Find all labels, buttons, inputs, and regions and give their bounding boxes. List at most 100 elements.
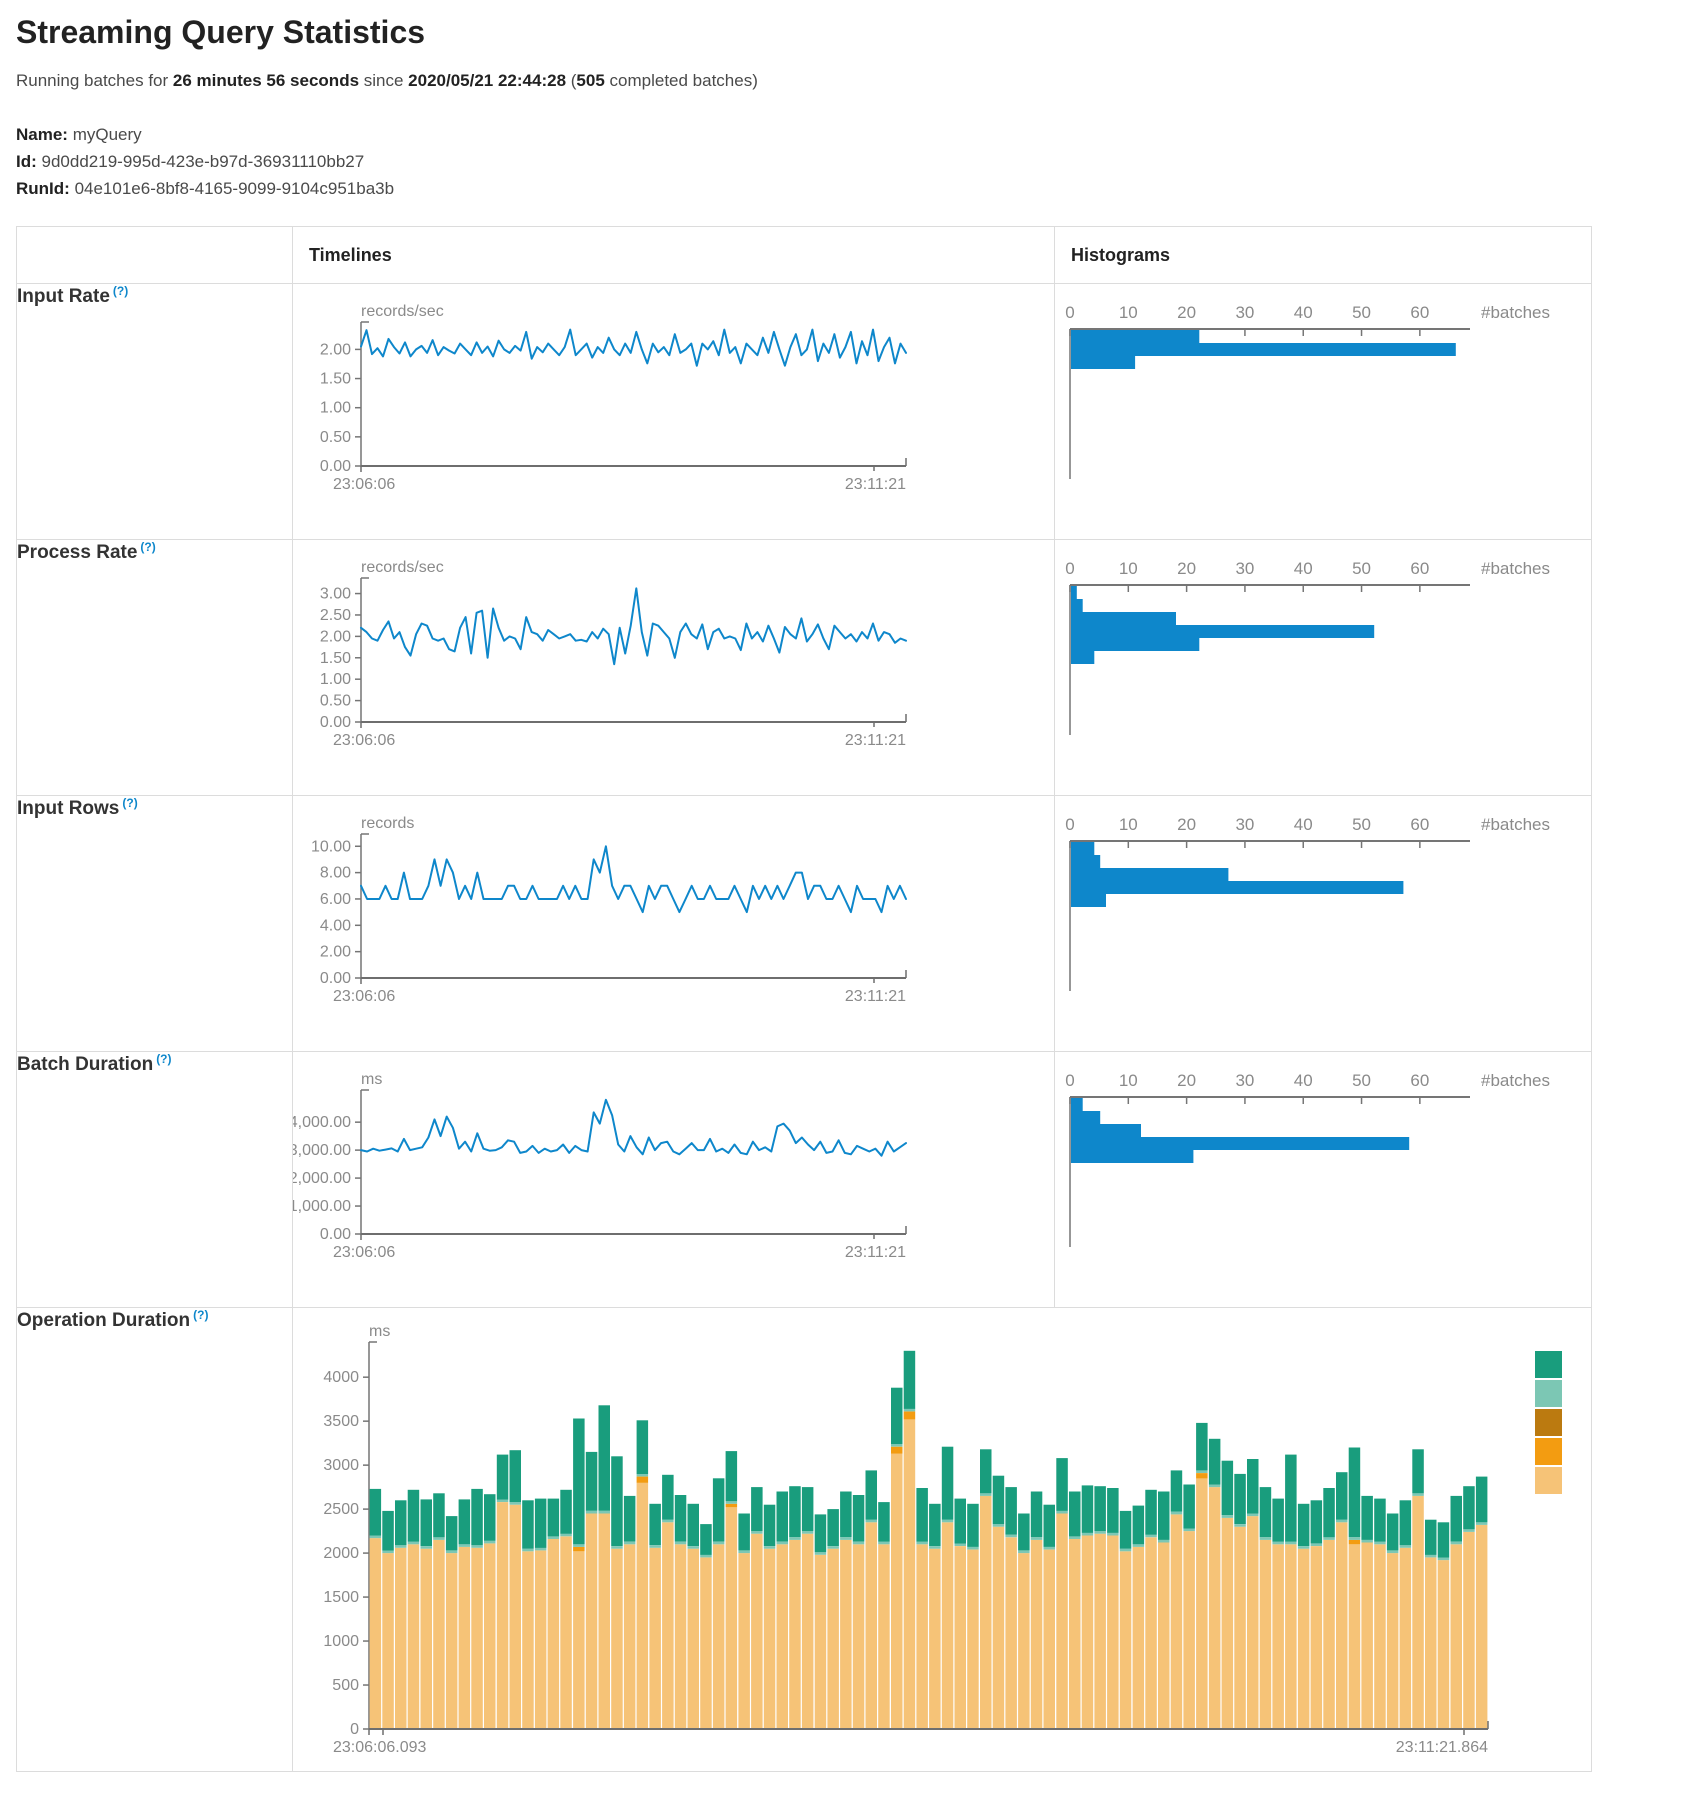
svg-text:30: 30 <box>1235 303 1254 322</box>
input-rows-timeline-chart: records10.008.006.004.002.000.0023:06:06… <box>293 796 1054 1051</box>
svg-text:4.00: 4.00 <box>320 917 351 934</box>
svg-text:records/sec: records/sec <box>361 303 444 320</box>
batch-count: 505 <box>576 71 604 90</box>
table-row: Process Rate(?) records/sec3.002.502.001… <box>17 540 1592 796</box>
input-rate-help-icon[interactable]: (?) <box>113 284 128 298</box>
svg-text:0: 0 <box>1065 559 1074 578</box>
svg-text:30: 30 <box>1235 1071 1254 1090</box>
table-row: Input Rate(?) records/sec2.001.501.000.5… <box>17 284 1592 540</box>
svg-text:500: 500 <box>332 1677 359 1694</box>
row-label: Batch Duration(?) <box>17 1054 172 1075</box>
row-label: Operation Duration(?) <box>17 1310 208 1331</box>
legend-swatch <box>1535 1351 1562 1378</box>
svg-text:0: 0 <box>1065 815 1074 834</box>
process-rate-label-cell: Process Rate(?) <box>17 540 293 796</box>
svg-text:60: 60 <box>1410 303 1429 322</box>
input-rate-histogram-chart: 0102030405060#batches <box>1055 284 1591 539</box>
input-rows-help-icon[interactable]: (?) <box>122 796 137 810</box>
page-title: Streaming Query Statistics <box>16 14 1693 51</box>
svg-text:records/sec: records/sec <box>361 559 444 576</box>
query-runid-line: RunId: 04e101e6-8bf8-4165-9099-9104c951b… <box>16 175 1693 202</box>
input-rows-label-cell: Input Rows(?) <box>17 796 293 1052</box>
svg-text:23:06:06: 23:06:06 <box>333 732 395 749</box>
svg-text:1000: 1000 <box>323 1633 359 1650</box>
legend-swatch <box>1535 1380 1562 1407</box>
svg-text:20: 20 <box>1177 559 1196 578</box>
svg-text:23:11:21: 23:11:21 <box>845 1244 906 1261</box>
svg-text:30: 30 <box>1235 815 1254 834</box>
svg-text:0: 0 <box>1065 1071 1074 1090</box>
svg-text:4,000.00: 4,000.00 <box>293 1114 351 1131</box>
svg-text:23:06:06: 23:06:06 <box>333 476 395 493</box>
batch-duration-histogram-chart: 0102030405060#batches <box>1055 1052 1591 1307</box>
since-text: since <box>359 71 408 90</box>
table-row: Batch Duration(?) ms4,000.003,000.002,00… <box>17 1052 1592 1308</box>
row-label: Process Rate(?) <box>17 542 156 563</box>
svg-text:3000: 3000 <box>323 1457 359 1474</box>
operation-duration-legend <box>1535 1351 1562 1496</box>
svg-text:3,000.00: 3,000.00 <box>293 1142 351 1159</box>
svg-text:40: 40 <box>1294 815 1313 834</box>
svg-text:40: 40 <box>1294 559 1313 578</box>
svg-text:10: 10 <box>1119 1071 1138 1090</box>
batch-duration-label-cell: Batch Duration(?) <box>17 1052 293 1308</box>
svg-text:50: 50 <box>1352 303 1371 322</box>
query-meta: Name: myQuery Id: 9d0dd219-995d-423e-b97… <box>16 121 1693 202</box>
table-row: Operation Duration(?) ms4000350030002500… <box>17 1308 1592 1772</box>
name-value: myQuery <box>73 125 142 144</box>
runid-label: RunId: <box>16 179 70 198</box>
svg-text:0.50: 0.50 <box>320 429 351 446</box>
batch-duration-help-icon[interactable]: (?) <box>156 1052 171 1066</box>
svg-text:0.00: 0.00 <box>320 714 351 731</box>
svg-text:3500: 3500 <box>323 1413 359 1430</box>
id-value: 9d0dd219-995d-423e-b97d-36931110bb27 <box>42 152 365 171</box>
svg-text:0.50: 0.50 <box>320 693 351 710</box>
svg-text:10: 10 <box>1119 815 1138 834</box>
svg-text:0.00: 0.00 <box>320 458 351 475</box>
row-label: Input Rate(?) <box>17 286 128 307</box>
process-rate-help-icon[interactable]: (?) <box>140 540 155 554</box>
svg-text:60: 60 <box>1410 559 1429 578</box>
svg-text:ms: ms <box>361 1071 382 1088</box>
start-time: 2020/05/21 22:44:28 <box>408 71 566 90</box>
svg-text:23:06:06: 23:06:06 <box>333 988 395 1005</box>
svg-text:60: 60 <box>1410 815 1429 834</box>
svg-text:1,000.00: 1,000.00 <box>293 1198 351 1215</box>
svg-text:1.50: 1.50 <box>320 650 351 667</box>
svg-text:4000: 4000 <box>323 1369 359 1386</box>
svg-text:10: 10 <box>1119 303 1138 322</box>
svg-text:3.00: 3.00 <box>320 586 351 603</box>
svg-text:1.50: 1.50 <box>320 371 351 388</box>
header-histograms: Histograms <box>1055 227 1592 284</box>
table-row: Input Rows(?) records10.008.006.004.002.… <box>17 796 1592 1052</box>
batch-duration-timeline-chart: ms4,000.003,000.002,000.001,000.000.0023… <box>293 1052 1054 1307</box>
svg-text:23:11:21: 23:11:21 <box>845 732 906 749</box>
running-prefix: Running batches for <box>16 71 173 90</box>
svg-text:0.00: 0.00 <box>320 1226 351 1243</box>
svg-text:#batches: #batches <box>1481 1071 1550 1090</box>
operation-duration-help-icon[interactable]: (?) <box>193 1308 208 1322</box>
svg-text:2500: 2500 <box>323 1501 359 1518</box>
svg-text:50: 50 <box>1352 1071 1371 1090</box>
input-rows-histogram-chart: 0102030405060#batches <box>1055 796 1591 1051</box>
running-summary: Running batches for 26 minutes 56 second… <box>16 71 1693 91</box>
statistics-table: Timelines Histograms Input Rate(?) recor… <box>16 226 1592 1772</box>
svg-text:23:11:21.864: 23:11:21.864 <box>1396 1739 1488 1756</box>
process-rate-histogram-chart: 0102030405060#batches <box>1055 540 1591 795</box>
svg-text:20: 20 <box>1177 815 1196 834</box>
svg-text:30: 30 <box>1235 559 1254 578</box>
svg-text:1.00: 1.00 <box>320 400 351 417</box>
svg-text:20: 20 <box>1177 1071 1196 1090</box>
legend-swatch <box>1535 1438 1562 1465</box>
svg-text:0: 0 <box>1065 303 1074 322</box>
header-blank-cell <box>17 227 293 284</box>
svg-text:records: records <box>361 815 414 832</box>
svg-text:23:11:21: 23:11:21 <box>845 988 906 1005</box>
svg-text:1.00: 1.00 <box>320 671 351 688</box>
running-duration: 26 minutes 56 seconds <box>173 71 359 90</box>
header-timelines: Timelines <box>293 227 1055 284</box>
input-rate-timeline-chart: records/sec2.001.501.000.500.0023:06:062… <box>293 284 1054 539</box>
completed-suffix: completed batches) <box>605 71 758 90</box>
svg-text:40: 40 <box>1294 1071 1313 1090</box>
legend-swatch <box>1535 1409 1562 1436</box>
